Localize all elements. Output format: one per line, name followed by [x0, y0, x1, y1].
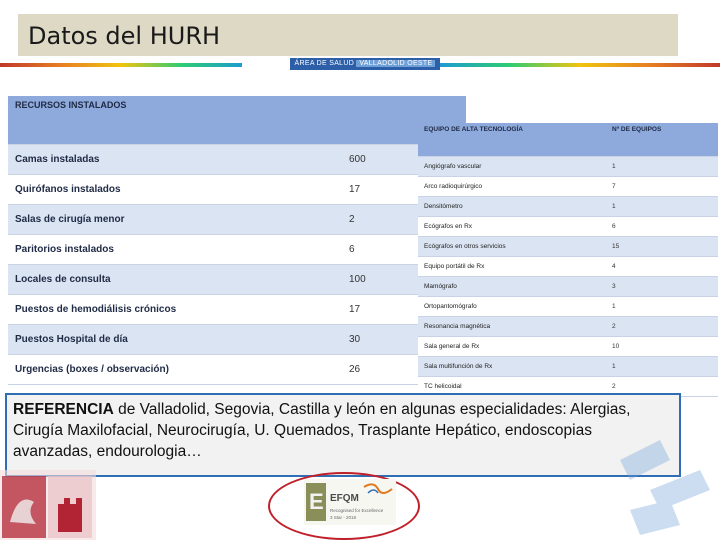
table-row: Urgencias (boxes / observación) 26: [8, 354, 466, 385]
table-row: Ortopantomógrafo 1: [418, 296, 718, 317]
equipment-table: EQUIPO DE ALTA TECNOLOGÍA Nº DE EQUIPOS …: [418, 123, 718, 397]
table-row: Sala general de Rx 10: [418, 336, 718, 357]
table-row: Puestos de hemodiálisis crónicos 17: [8, 294, 466, 325]
equipment-label: Equipo portátil de Rx: [418, 256, 606, 277]
reference-lead: REFERENCIA: [13, 401, 114, 418]
table-row: Ecógrafos en Rx 6: [418, 216, 718, 237]
resources-table: RECURSOS INSTALADOS Camas instaladas 600 …: [8, 96, 466, 385]
resource-label: Camas instaladas: [8, 144, 299, 175]
svg-text:E: E: [309, 489, 324, 514]
equipment-label: Angiógrafo vascular: [418, 156, 606, 177]
equipment-value: 1: [606, 296, 718, 317]
table-row: Puestos Hospital de día 30: [8, 324, 466, 355]
resources-header: RECURSOS INSTALADOS: [8, 96, 466, 145]
title-box: Datos del HURH: [18, 14, 678, 56]
table-row: Equipo portátil de Rx 4: [418, 256, 718, 277]
table-row: Locales de consulta 100: [8, 264, 466, 295]
equipment-label: Sala multifunción de Rx: [418, 356, 606, 377]
equipment-value: 1: [606, 196, 718, 217]
equipment-label: Mamógrafo: [418, 276, 606, 297]
table-row: Mamógrafo 3: [418, 276, 718, 297]
table-row: Ecógrafos en otros servicios 15: [418, 236, 718, 257]
efqm-logo: E EFQM Recognised for Excellence 3 Star …: [304, 479, 396, 525]
resource-label: Puestos de hemodiálisis crónicos: [8, 294, 299, 325]
castilla-leon-crest-icon: [0, 470, 96, 540]
equipment-header-col1: EQUIPO DE ALTA TECNOLOGÍA: [418, 123, 606, 157]
efqm-brand: EFQM: [330, 493, 359, 504]
color-stripe-left: [0, 63, 242, 67]
equipment-value: 6: [606, 216, 718, 237]
equipment-label: Ortopantomógrafo: [418, 296, 606, 317]
equipment-value: 7: [606, 176, 718, 197]
area-logo-left: ÁREA DE SALUD: [294, 60, 355, 67]
table-row: Paritorios instalados 6: [8, 234, 466, 265]
equipment-value: 1: [606, 156, 718, 177]
equipment-label: Densitómetro: [418, 196, 606, 217]
equipment-label: Ecógrafos en Rx: [418, 216, 606, 237]
reference-paragraph: REFERENCIA de Valladolid, Segovia, Casti…: [13, 399, 673, 462]
equipment-value: 2: [606, 316, 718, 337]
equipment-header-row: EQUIPO DE ALTA TECNOLOGÍA Nº DE EQUIPOS: [418, 123, 718, 157]
slide-title: Datos del HURH: [28, 22, 221, 50]
equipment-header-col2: Nº DE EQUIPOS: [606, 123, 718, 157]
resource-label: Puestos Hospital de día: [8, 324, 299, 355]
resource-label: Urgencias (boxes / observación): [8, 354, 299, 385]
equipment-value: 10: [606, 336, 718, 357]
efqm-line2: 3 Star - 2018: [330, 515, 357, 520]
table-row: Quirófanos instalados 17: [8, 174, 466, 205]
table-row: Camas instaladas 600: [8, 144, 466, 175]
resource-label: Salas de cirugía menor: [8, 204, 299, 235]
resource-label: Paritorios instalados: [8, 234, 299, 265]
area-salud-logo: ÁREA DE SALUD VALLADOLID OESTE: [290, 58, 440, 70]
equipment-value: 4: [606, 256, 718, 277]
equipment-value: 15: [606, 236, 718, 257]
equipment-value: 1: [606, 356, 718, 377]
table-row: Arco radioquirúrgico 7: [418, 176, 718, 197]
resource-label: Quirófanos instalados: [8, 174, 299, 205]
equipment-value: 3: [606, 276, 718, 297]
decorative-pattern-icon: [620, 440, 710, 535]
efqm-line1: Recognised for Excellence: [330, 508, 384, 513]
table-row: Resonancia magnética 2: [418, 316, 718, 337]
table-row: Angiógrafo vascular 1: [418, 156, 718, 177]
resource-label: Locales de consulta: [8, 264, 299, 295]
equipment-label: Arco radioquirúrgico: [418, 176, 606, 197]
resources-header-row: RECURSOS INSTALADOS: [8, 96, 466, 145]
table-row: Salas de cirugía menor 2: [8, 204, 466, 235]
table-row: Sala multifunción de Rx 1: [418, 356, 718, 377]
table-row: Densitómetro 1: [418, 196, 718, 217]
reference-box: REFERENCIA de Valladolid, Segovia, Casti…: [5, 393, 681, 477]
equipment-label: Resonancia magnética: [418, 316, 606, 337]
equipment-label: Ecógrafos en otros servicios: [418, 236, 606, 257]
color-stripe-right: [440, 63, 720, 67]
equipment-label: Sala general de Rx: [418, 336, 606, 357]
area-logo-right: VALLADOLID OESTE: [356, 60, 436, 67]
